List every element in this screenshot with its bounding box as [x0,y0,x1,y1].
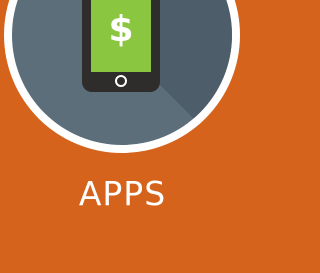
dollar-sign-icon: $ [108,9,133,50]
tile-label[interactable]: APPS [0,172,245,216]
app-icon-badge[interactable]: $ [0,0,245,160]
mobile-payment-icon: $ [4,0,240,153]
